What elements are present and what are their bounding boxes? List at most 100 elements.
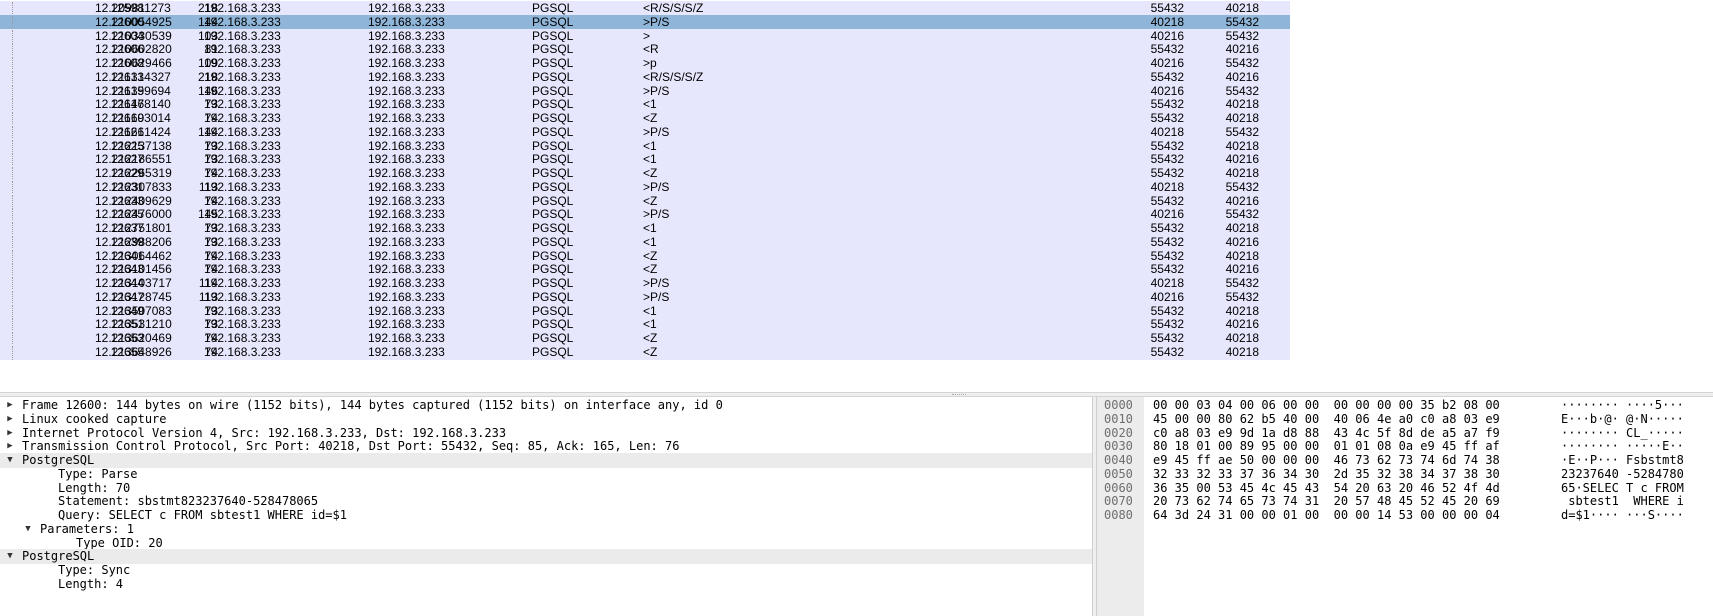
packet-dst-port: 40218: [1225, 331, 1259, 345]
detail-tree-label: Length: 70: [58, 480, 131, 495]
packet-row[interactable]: 12627 12.212186551 192.168.3.233 192.168.3.…: [0, 152, 1290, 168]
packet-src-port: 55432: [1150, 193, 1184, 208]
expanded-arrow-icon[interactable]: ▼: [22, 522, 34, 537]
conversation-tree-line: [12, 345, 14, 360]
packet-list[interactable]: 12598 12.209811273 192.168.3.233 192.168.3.…: [0, 0, 1713, 392]
packet-row[interactable]: 12644 12.213103717 192.168.3.233 192.168.3.…: [0, 276, 1290, 291]
packet-dst-port: 40216: [1225, 69, 1259, 84]
packet-info: <Z: [643, 262, 658, 277]
packet-row[interactable]: 12649 12.213507083 192.168.3.233 192.168.3.…: [0, 303, 1290, 319]
packet-dst-port: 40218: [1225, 138, 1259, 153]
detail-tree-label: Internet Protocol Version 4, Src: 192.16…: [22, 425, 507, 440]
packet-row[interactable]: 12631 12.212307833 192.168.3.233 192.168.3.…: [0, 179, 1290, 195]
packet-row[interactable]: 12600 12.210054925 192.168.3.233 192.168.3.…: [0, 14, 1290, 30]
packet-time: 12.210330539: [95, 28, 172, 43]
packet-length: 218: [197, 69, 218, 84]
packet-row[interactable]: 12639 12.212988206 192.168.3.233 192.168.3.…: [0, 234, 1290, 250]
packet-length: 81: [204, 42, 218, 57]
detail-tree-item[interactable]: ▶ Linux cooked capture: [0, 412, 1092, 427]
packet-src-port: 55432: [1150, 1, 1184, 15]
packet-info: <1: [643, 317, 657, 332]
packet-row[interactable]: 12608 12.210629466 192.168.3.233 192.168.3.…: [0, 56, 1290, 71]
packet-row[interactable]: 12615 12.211399694 192.168.3.233 192.168.3.…: [0, 83, 1290, 99]
expanded-arrow-icon[interactable]: ▼: [4, 453, 16, 468]
hex-offset: 0000: [1104, 398, 1133, 412]
detail-tree-item[interactable]: Type: Sync: [0, 563, 1092, 578]
packet-row[interactable]: 12613 12.211314327 192.168.3.233 192.168.3.…: [0, 69, 1290, 85]
ascii-bytes: ········ ····5···: [1561, 398, 1684, 412]
packet-src-port: 55432: [1150, 97, 1184, 112]
packet-length: 218: [197, 1, 218, 15]
packet-row[interactable]: 12621 12.211661424 192.168.3.233 192.168.3.…: [0, 124, 1290, 140]
detail-tree-item[interactable]: ▼ Parameters: 1: [0, 522, 1092, 537]
collapsed-arrow-icon[interactable]: ▶: [4, 412, 16, 427]
packet-row[interactable]: 12647 12.213128745 192.168.3.233 192.168.3.…: [0, 289, 1290, 305]
packet-protocol: PGSQL: [532, 221, 574, 235]
packet-row[interactable]: 12637 12.212751801 192.168.3.233 192.168.3.…: [0, 221, 1290, 236]
packet-row[interactable]: 12635 12.212476000 192.168.3.233 192.168.3.…: [0, 207, 1290, 223]
detail-tree-label: Type OID: 20: [76, 535, 163, 550]
detail-tree-label: Statement: sbstmt823237640-528478065: [58, 494, 319, 509]
packet-row[interactable]: 12655 12.213648926 192.168.3.233 192.168.3.…: [0, 344, 1290, 360]
packet-time: 12.213103717: [95, 276, 172, 290]
collapsed-arrow-icon[interactable]: ▶: [4, 439, 16, 454]
packet-time: 12.213128745: [95, 289, 172, 304]
detail-tree-item[interactable]: ▶ Internet Protocol Version 4, Src: 192.1…: [0, 426, 1092, 441]
detail-tree-item[interactable]: Query: SELECT c FROM sbtest1 WHERE id=$1: [0, 508, 1092, 523]
detail-tree-item[interactable]: ▼ PostgreSQL: [0, 453, 1092, 468]
detail-tree-item[interactable]: ▶ Frame 12600: 144 bytes on wire (1152 bi…: [0, 398, 1092, 413]
packet-row[interactable]: 12604 12.210330539 192.168.3.233 192.168.3.…: [0, 28, 1290, 44]
packet-details-tree[interactable]: ▶ Frame 12600: 144 bytes on wire (1152 bi…: [0, 397, 1092, 616]
packet-length: 73: [204, 138, 218, 153]
collapsed-arrow-icon[interactable]: ▶: [4, 426, 16, 441]
detail-tree-item[interactable]: ▶ Transmission Control Protocol, Src Port…: [0, 439, 1092, 454]
packet-protocol: PGSQL: [532, 289, 574, 304]
collapsed-arrow-icon[interactable]: ▶: [4, 398, 16, 413]
detail-tree-item[interactable]: Type OID: 20: [0, 536, 1092, 551]
hex-offset: 0040: [1104, 453, 1133, 467]
packet-dst-port: 40218: [1225, 248, 1259, 263]
packet-length: 74: [204, 193, 218, 208]
detail-tree-item[interactable]: Length: 4: [0, 577, 1092, 592]
expanded-arrow-icon[interactable]: ▼: [4, 549, 16, 564]
packet-destination: 192.168.3.233: [368, 69, 445, 84]
packet-row[interactable]: 12625 12.212137138 192.168.3.233 192.168.3.…: [0, 138, 1290, 154]
packet-row[interactable]: 12653 12.213620469 192.168.3.233 192.168.3.…: [0, 331, 1290, 346]
packet-src-port: 55432: [1150, 331, 1184, 345]
packet-length: 74: [204, 111, 218, 125]
packet-row[interactable]: 12619 12.211603014 192.168.3.233 192.168.3.…: [0, 111, 1290, 126]
packet-info: >P/S: [643, 124, 670, 139]
packet-destination: 192.168.3.233: [368, 331, 445, 345]
packet-src-port: 55432: [1150, 69, 1184, 84]
packet-info: >P/S: [643, 179, 670, 194]
packet-row[interactable]: 12598 12.209811273 192.168.3.233 192.168.3.…: [0, 1, 1290, 16]
packet-row[interactable]: 12617 12.211468140 192.168.3.233 192.168.3.…: [0, 97, 1290, 113]
packet-row[interactable]: 12629 12.212265319 192.168.3.233 192.168.3.…: [0, 166, 1290, 181]
packet-time: 12.212988206: [95, 234, 172, 249]
packet-length: 144: [197, 14, 218, 29]
detail-tree-label: Frame 12600: 144 bytes on wire (1152 bit…: [22, 398, 723, 412]
packet-protocol: PGSQL: [532, 1, 574, 15]
packet-row[interactable]: 12633 12.212409629 192.168.3.233 192.168.3.…: [0, 193, 1290, 209]
packet-length: 74: [204, 166, 218, 180]
packet-bytes-pane[interactable]: 0000 00 00 03 04 00 06 00 00 00 00 00 00 …: [1097, 397, 1713, 616]
detail-tree-item[interactable]: Statement: sbstmt823237640-528478065: [0, 494, 1092, 509]
packet-protocol: PGSQL: [532, 193, 574, 208]
packet-row[interactable]: 12606 12.210602820 192.168.3.233 192.168.3.…: [0, 42, 1290, 58]
hex-bytes: 00 00 03 04 00 06 00 00 00 00 00 00 35 b…: [1153, 398, 1500, 412]
ascii-bytes: ········ CL_·····: [1561, 425, 1684, 440]
packet-dst-port: 55432: [1225, 289, 1259, 304]
detail-tree-item[interactable]: Type: Parse: [0, 467, 1092, 482]
packet-info: <Z: [643, 248, 658, 263]
packet-info: <R/S/S/S/Z: [643, 69, 704, 84]
detail-tree-label: Type: Parse: [58, 466, 138, 481]
packet-destination: 192.168.3.233: [368, 289, 445, 304]
packet-row[interactable]: 12643 12.213101456 192.168.3.233 192.168.3.…: [0, 262, 1290, 278]
packet-destination: 192.168.3.233: [368, 1, 445, 15]
detail-tree-item[interactable]: Length: 70: [0, 481, 1092, 496]
packet-row[interactable]: 12641 12.213064462 192.168.3.233 192.168.3.…: [0, 248, 1290, 264]
packet-protocol: PGSQL: [532, 207, 574, 222]
packet-dst-port: 40218: [1225, 111, 1259, 125]
detail-tree-item[interactable]: ▼ PostgreSQL: [0, 549, 1092, 565]
packet-row[interactable]: 12651 12.213531210 192.168.3.233 192.168.3.…: [0, 317, 1290, 333]
